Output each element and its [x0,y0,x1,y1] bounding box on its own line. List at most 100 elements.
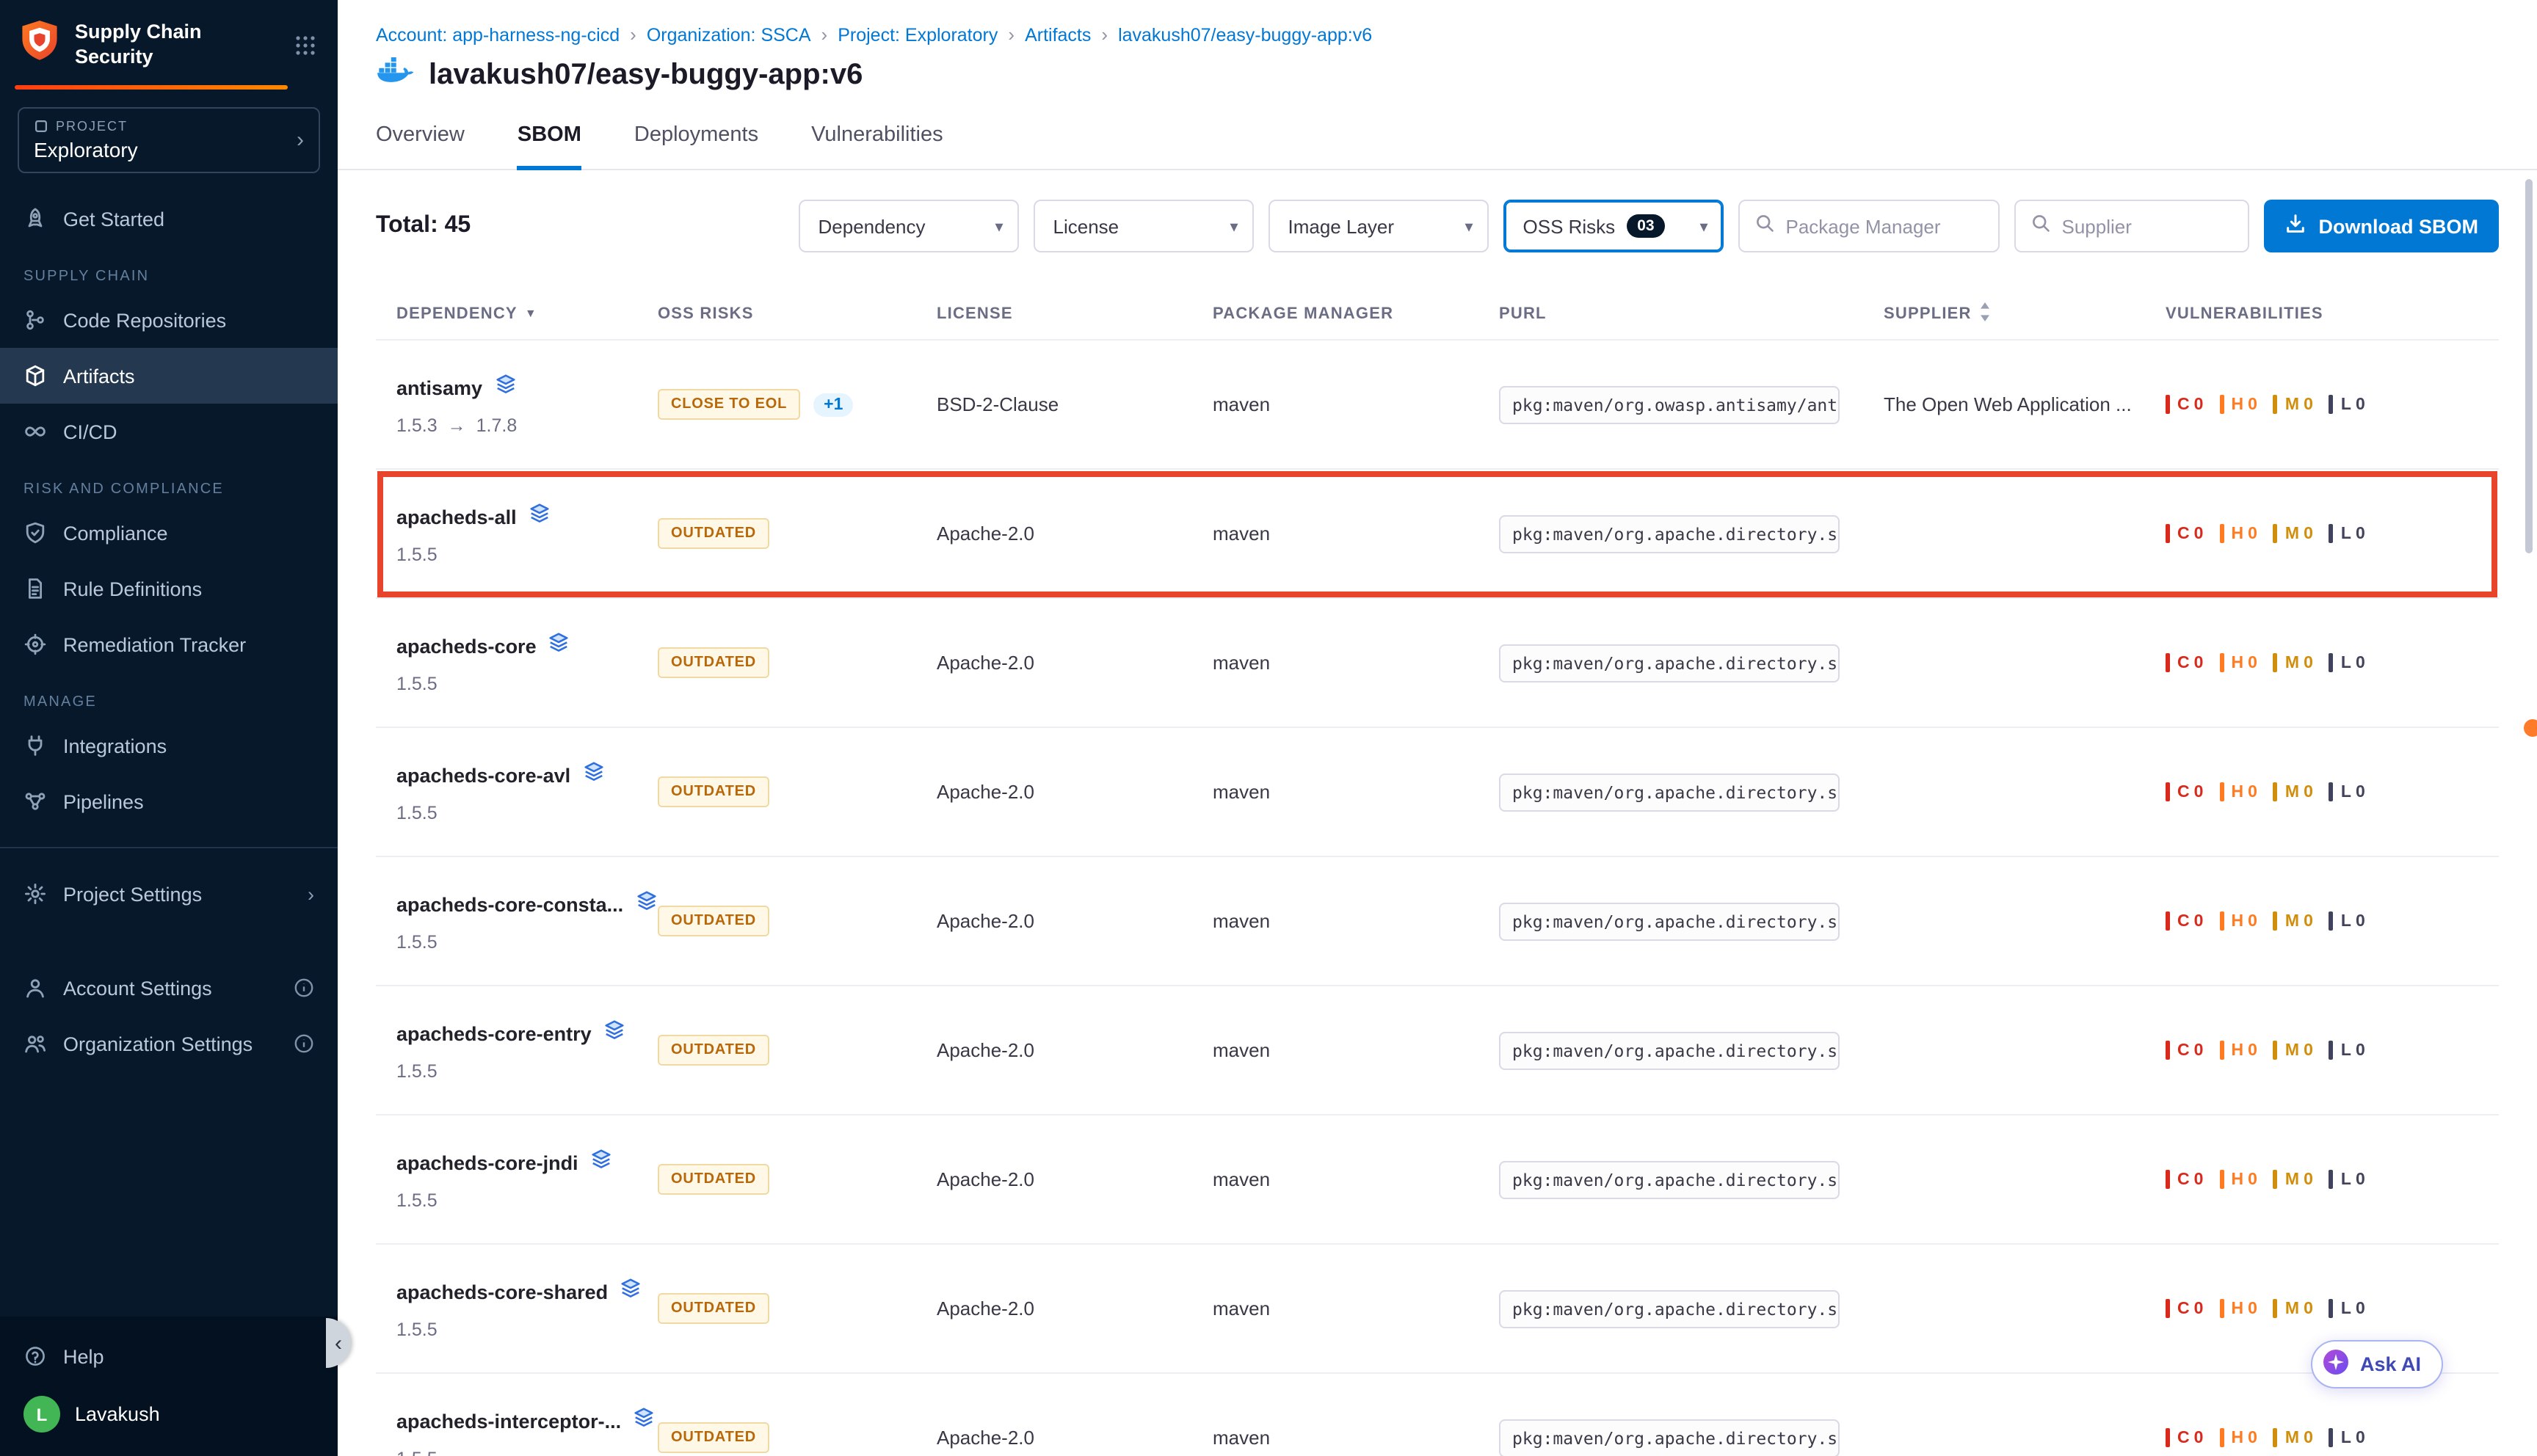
supplier-search-input[interactable] [2062,215,2234,237]
sidebar-item-integrations[interactable]: Integrations [0,718,338,774]
content-area: Total: 45 Dependency▾License▾Image Layer… [338,200,2537,1456]
vuln-critical-count: C0 [2166,653,2203,672]
column-label: OSS RISKS [658,305,754,322]
sidebar-item-artifacts[interactable]: Artifacts [0,348,338,404]
app-root: Supply Chain Security PROJECT [0,0,2537,1456]
chevron-down-icon: ▾ [1465,216,1473,236]
purl-value[interactable]: pkg:maven/org.apache.directory.s... [1499,644,1840,682]
table-row[interactable]: apacheds-core-entry 1.5.5 OUTDATED Apach… [376,986,2499,1115]
module-grid-icon[interactable] [294,33,317,57]
sidebar-item-code-repositories[interactable]: Code Repositories [0,292,338,348]
vuln-medium-count: M0 [2273,782,2313,801]
package-manager-search[interactable] [1739,200,2000,252]
tab-deployments[interactable]: Deployments [634,123,758,170]
filter-oss-risks[interactable]: OSS Risks03▾ [1504,200,1724,252]
vuln-high-count: H0 [2219,1041,2257,1060]
sidebar-item-remediation-tracker[interactable]: Remediation Tracker [0,616,338,672]
vuln-high-count: H0 [2219,1428,2257,1447]
package-manager-value: maven [1213,781,1499,803]
filter-dependency[interactable]: Dependency▾ [799,200,1020,252]
oss-risk-extra-badge[interactable]: +1 [813,393,853,416]
vulnerability-counts: C0H0M0L0 [2166,1170,2499,1189]
vuln-high-count: H0 [2219,1299,2257,1318]
table-row[interactable]: apacheds-core-jndi 1.5.5 OUTDATED Apache… [376,1115,2499,1245]
sidebar-item-rule-definitions[interactable]: Rule Definitions [0,561,338,616]
breadcrumb-link[interactable]: Project: Exploratory [838,24,998,45]
sidebar-item-account-settings[interactable]: Account Settings [0,960,338,1016]
sidebar-item-ci-cd[interactable]: CI/CD [0,404,338,459]
table-header: DEPENDENCY ▼ OSS RISKS LICENSE PACKAGE M… [376,288,2499,341]
rocket-icon [23,207,47,230]
tab-vulnerabilities[interactable]: Vulnerabilities [811,123,943,170]
column-dependency[interactable]: DEPENDENCY ▼ [376,305,658,322]
vuln-low-count: L0 [2329,1299,2365,1318]
breadcrumb-link[interactable]: Artifacts [1025,24,1091,45]
filter-license[interactable]: License ▾ [1034,200,1255,252]
purl-value[interactable]: pkg:maven/org.apache.directory.s... [1499,514,1840,553]
dependency-name: apacheds-all [396,506,517,528]
user-menu[interactable]: L Lavakush [0,1384,338,1433]
breadcrumb-link[interactable]: Organization: SSCA [647,24,811,45]
page-title: lavakush07/easy-buggy-app:v6 [429,59,863,92]
purl-value[interactable]: pkg:maven/org.apache.directory.s... [1499,1419,1840,1456]
table-row[interactable]: apacheds-core-consta... 1.5.5 OUTDATED A… [376,857,2499,986]
filter-image-layer[interactable]: Image Layer▾ [1269,200,1489,252]
help-icon [23,1344,47,1368]
ask-ai-label: Ask AI [2360,1353,2421,1375]
table-row[interactable]: apacheds-interceptor-... 1.5.5 OUTDATED … [376,1374,2499,1456]
filter-count-badge: 03 [1627,214,1664,238]
sidebar-item-organization-settings[interactable]: Organization Settings [0,1016,338,1071]
sidebar-item-pipelines[interactable]: Pipelines [0,774,338,829]
breadcrumb-link[interactable]: Account: app-harness-ng-cicd [376,24,620,45]
sidebar-item-project-settings[interactable]: Project Settings › [0,866,338,922]
table-row[interactable]: antisamy 1.5.3 → 1.7.8 CLOSE TO EOL +1 [376,341,2499,470]
oss-risk-badge: OUTDATED [658,776,769,807]
version-upgrade: → 1.7.8 [448,415,518,436]
breadcrumb-link[interactable]: lavakush07/easy-buggy-app:v6 [1118,24,1372,45]
layers-icon [548,631,570,660]
table-row[interactable]: apacheds-core-avl 1.5.5 OUTDATED Apache-… [376,728,2499,857]
purl-value[interactable]: pkg:maven/org.apache.directory.s... [1499,1160,1840,1198]
ask-ai-button[interactable]: Ask AI [2312,1340,2443,1388]
scrollbar-thumb[interactable] [2525,179,2533,553]
sidebar-item-label: Remediation Tracker [63,633,246,655]
package-manager-value: maven [1213,910,1499,932]
project-selector[interactable]: PROJECT Exploratory › [18,107,320,173]
dependency-version: 1.5.5 [396,1320,438,1340]
sidebar-item-get-started[interactable]: Get Started [0,191,338,247]
app-logo-icon [18,19,62,70]
table-row[interactable]: apacheds-all 1.5.5 OUTDATED Apache-2.0 m… [376,470,2499,599]
sidebar-item-compliance[interactable]: Compliance [0,505,338,561]
sidebar-item-help[interactable]: Help [0,1328,338,1384]
license-value: BSD-2-Clause [937,393,1213,415]
purl-value[interactable]: pkg:maven/org.apache.directory.s... [1499,902,1840,940]
package-manager-search-input[interactable] [1786,215,1984,237]
purl-value[interactable]: pkg:maven/org.owasp.antisamy/ant... [1499,385,1840,423]
vuln-critical-count: C0 [2166,1170,2203,1189]
column-supplier[interactable]: SUPPLIER [1884,302,2166,325]
table-row[interactable]: apacheds-core-shared 1.5.5 OUTDATED Apac… [376,1245,2499,1374]
purl-value[interactable]: pkg:maven/org.apache.directory.s... [1499,1289,1840,1328]
supplier-value: The Open Web Application ... [1884,393,2166,415]
supplier-search[interactable] [2015,200,2250,252]
table-row[interactable]: apacheds-core 1.5.5 OUTDATED Apache-2.0 … [376,599,2499,728]
filter-label: License [1053,215,1119,237]
oss-risk-badge: OUTDATED [658,1035,769,1066]
total-count: Total: 45 [376,213,471,239]
download-sbom-button[interactable]: Download SBOM [2265,200,2500,252]
filter-label: OSS Risks [1523,215,1616,237]
dependency-version: 1.5.5 [396,1449,438,1456]
brand-accent-line [15,85,288,90]
tab-sbom[interactable]: SBOM [518,123,581,170]
dependency-name: antisamy [396,376,482,398]
main-content: Account: app-harness-ng-cicd › Organizatio… [338,0,2537,1456]
breadcrumb-separator-icon: › [1101,23,1108,46]
purl-value[interactable]: pkg:maven/org.apache.directory.s... [1499,1031,1840,1069]
dependency-version: 1.5.5 [396,674,438,694]
purl-value[interactable]: pkg:maven/org.apache.directory.s... [1499,773,1840,811]
vuln-medium-count: M0 [2273,524,2313,543]
breadcrumb-separator-icon: › [821,23,828,46]
chevron-down-icon: ▾ [1230,216,1238,236]
tab-overview[interactable]: Overview [376,123,465,170]
sidebar: Supply Chain Security PROJECT [0,0,338,1456]
